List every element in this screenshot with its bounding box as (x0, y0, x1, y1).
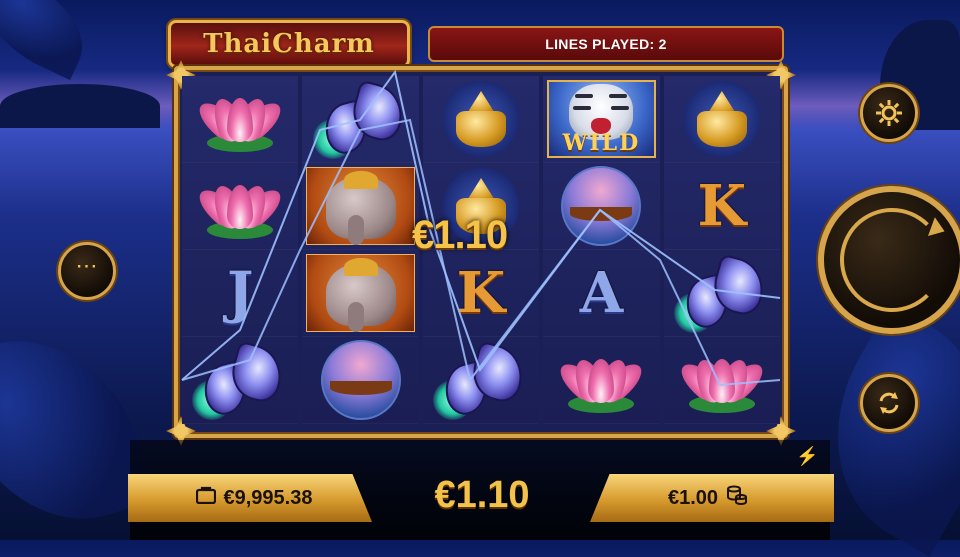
lotus-icon (192, 84, 288, 154)
reel-cell-elephant (302, 250, 419, 337)
lines-played-label: LINES PLAYED: 2 (545, 36, 667, 52)
autoplay-icon (879, 392, 899, 414)
reel-cell-urn (422, 76, 540, 163)
coins-icon (726, 485, 748, 511)
more-icon: ⋯ (75, 253, 99, 278)
reel-cell-lotus (182, 76, 299, 163)
wild-label: WILD (562, 130, 641, 156)
game-title: ThaiCharm (203, 29, 375, 59)
reel-cell-boat (543, 163, 660, 250)
turbo-icon[interactable]: ⚡ (796, 446, 818, 467)
reel-5: K (663, 76, 781, 424)
symbol-letter: K (456, 260, 506, 326)
lotus-icon (554, 345, 649, 415)
golden-urn-icon (693, 87, 751, 151)
butterfly-icon (433, 340, 530, 420)
reel-cell-butterfly (182, 337, 299, 424)
reel-cell-K: K (422, 250, 540, 337)
spin-arrow-icon (840, 208, 948, 312)
bet-selector[interactable]: €1.00 (590, 474, 834, 522)
autoplay-button[interactable] (860, 374, 918, 432)
reel-cell-elephant (302, 163, 419, 250)
reel-1: J (182, 76, 299, 424)
balance-display: €9,995.38 (128, 474, 372, 522)
elephant-icon (326, 171, 397, 245)
reel-cell-K: K (663, 163, 781, 250)
butterfly-icon (192, 340, 289, 420)
win-value: €1.10 (434, 474, 530, 516)
symbol-letter: K (697, 173, 747, 239)
symbol-letter: A (579, 260, 624, 326)
butterfly-icon (673, 253, 770, 333)
palm-leaf-top-left (0, 0, 100, 80)
reel-cell-boat (302, 337, 419, 424)
lotus-icon (674, 345, 770, 415)
bet-value: €1.00 (667, 486, 719, 509)
reel-cell-butterfly (422, 337, 540, 424)
reel-cell-lotus (182, 163, 299, 250)
reel-cell-lotus (663, 337, 781, 424)
balance-value: €9,995.38 (223, 486, 313, 509)
reel-cell-A: A (543, 250, 660, 337)
game-logo: ThaiCharm (168, 20, 410, 68)
boat-icon (320, 340, 401, 420)
reel-cell-urn (663, 76, 781, 163)
reel-cell-butterfly (663, 250, 781, 337)
menu-button[interactable]: ⋯ (58, 242, 116, 300)
spin-button[interactable] (818, 186, 960, 334)
symbol-letter: J (226, 260, 254, 326)
wallet-icon (195, 486, 216, 510)
win-amount-overlay: €1.10 (412, 213, 508, 257)
reel-2 (302, 76, 419, 424)
golden-urn-icon (452, 87, 510, 151)
reel-cell-butterfly (302, 76, 419, 163)
butterfly-icon (312, 79, 409, 159)
gear-icon (876, 100, 902, 126)
reel-cell-wild-tiger: WILD (543, 76, 660, 163)
reel-cell-lotus (543, 337, 660, 424)
elephant-icon (326, 258, 397, 332)
boat-icon (561, 166, 642, 246)
reel-cell-J: J (182, 250, 299, 337)
island-left (0, 84, 160, 128)
lotus-icon (192, 171, 288, 241)
lines-played-banner: LINES PLAYED: 2 (428, 26, 784, 62)
settings-button[interactable] (860, 84, 918, 142)
reel-4: WILD A (543, 76, 660, 424)
